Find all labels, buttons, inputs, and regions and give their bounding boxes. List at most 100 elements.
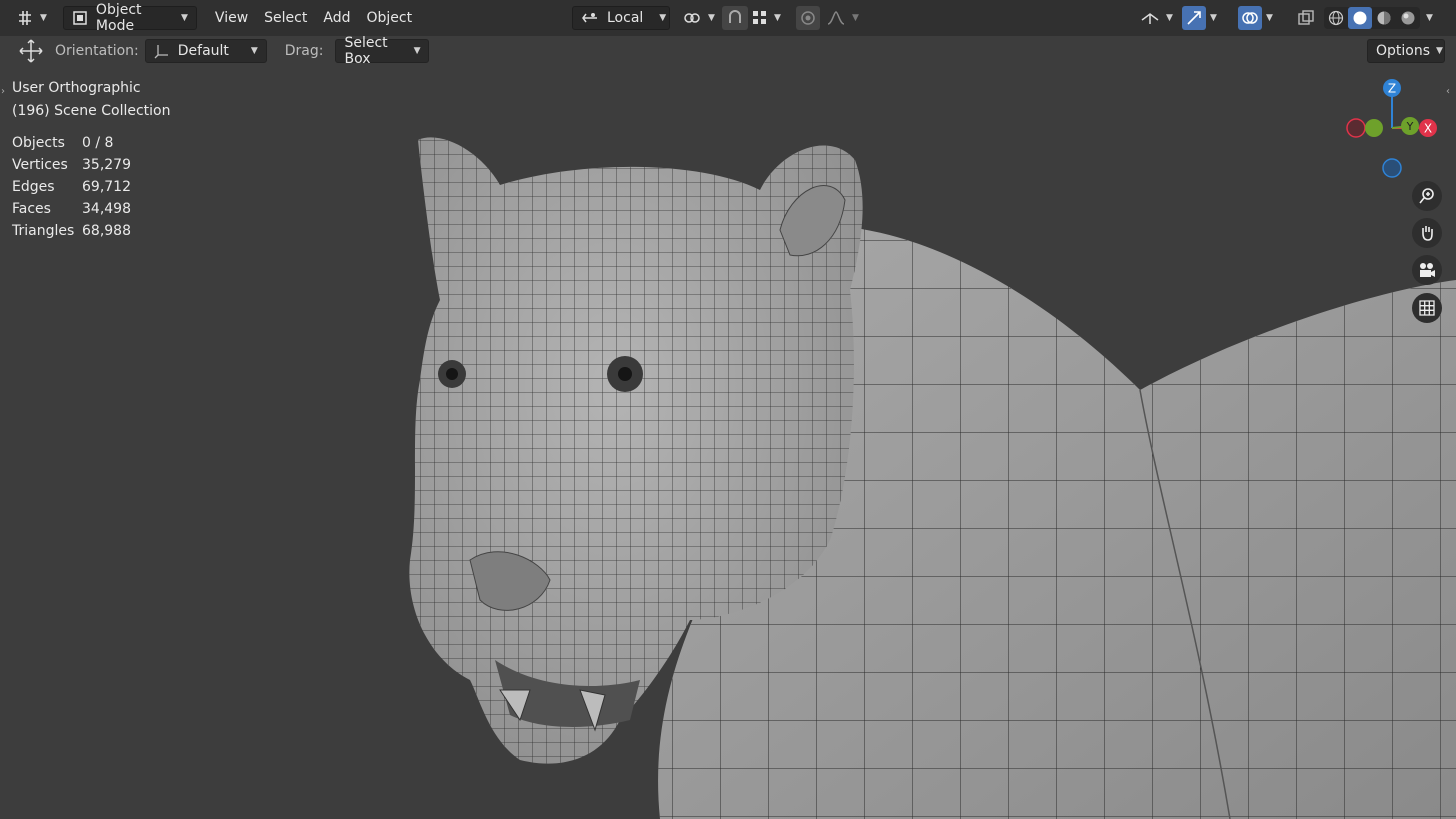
options-label: Options — [1376, 43, 1431, 59]
menu-view[interactable]: View — [207, 6, 256, 30]
object-mode-dropdown[interactable]: Object Mode ▼ — [62, 2, 197, 34]
rendered-sphere-icon — [1400, 10, 1416, 26]
gizmo-dropdown[interactable]: ▼ — [1206, 6, 1221, 30]
shading-options-dropdown[interactable]: ▼ — [1422, 6, 1437, 30]
y-axis-label: Y — [1406, 120, 1414, 133]
pivot-icon — [581, 11, 599, 25]
proportional-toggle[interactable] — [796, 6, 820, 30]
visibility-icon — [1140, 10, 1160, 26]
pivot-point-button[interactable]: ▼ — [678, 6, 719, 30]
z-axis-label: Z — [1388, 82, 1396, 96]
header-menu: View Select Add Object — [207, 6, 420, 30]
falloff-curve-icon — [826, 10, 846, 26]
toolbar-expand-arrow[interactable]: › — [1, 86, 5, 97]
view-object-types-dropdown[interactable]: ▼ — [1136, 6, 1177, 30]
orientation-axes-icon — [154, 43, 170, 59]
stat-value: 68,988 — [82, 223, 131, 239]
stat-value: 34,498 — [82, 201, 131, 217]
camera-icon — [1417, 261, 1437, 279]
zoom-button[interactable] — [1412, 181, 1442, 211]
overlays-icon — [1241, 9, 1259, 27]
overlays-toggle[interactable] — [1238, 6, 1262, 30]
chevron-down-icon: ▼ — [1266, 13, 1273, 23]
drag-label: Drag: — [284, 43, 324, 59]
menu-add[interactable]: Add — [315, 6, 358, 30]
view-name: User Orthographic — [12, 80, 141, 96]
material-sphere-icon — [1376, 10, 1392, 26]
move-tool-icon — [18, 38, 44, 64]
viewport-info: User Orthographic (196) Scene Collection — [12, 77, 170, 123]
stat-label: Faces — [12, 201, 51, 217]
gizmo-icon — [1185, 9, 1203, 27]
wireframe-shading-button[interactable] — [1324, 7, 1348, 29]
menu-object[interactable]: Object — [358, 6, 420, 30]
solid-shading-button[interactable] — [1348, 7, 1372, 29]
editor-type-icon — [16, 9, 34, 27]
chevron-down-icon: ▼ — [708, 13, 715, 23]
orientation-dropdown[interactable]: Default ▼ — [144, 39, 267, 63]
neg-z-axis-handle — [1382, 158, 1402, 178]
chevron-down-icon: ▼ — [774, 13, 781, 23]
falloff-dropdown[interactable]: ▼ — [822, 6, 863, 30]
snap-target-dropdown[interactable]: ▼ — [748, 6, 785, 30]
pan-button[interactable] — [1412, 218, 1442, 248]
material-shading-button[interactable] — [1372, 7, 1396, 29]
3d-viewport[interactable] — [0, 0, 1456, 819]
chevron-down-icon: ▼ — [181, 13, 188, 23]
shading-mode-group — [1324, 7, 1420, 29]
chevron-down-icon: ▼ — [1166, 13, 1173, 23]
menu-select[interactable]: Select — [256, 6, 315, 30]
grid-icon — [1418, 299, 1436, 317]
editor-type-button[interactable]: ▼ — [12, 6, 51, 30]
hand-icon — [1418, 224, 1436, 242]
stat-row: Vertices 35,279 — [12, 157, 131, 179]
stat-value: 69,712 — [82, 179, 131, 195]
chevron-down-icon: ▼ — [852, 13, 859, 23]
stat-row: Objects 0 / 8 — [12, 135, 131, 157]
camera-view-button[interactable] — [1412, 255, 1442, 285]
navigation-gizmo[interactable]: Z Y X — [1340, 74, 1444, 186]
viewport-header: ▼ Object Mode ▼ View Select Add Object L… — [0, 0, 1456, 36]
chevron-down-icon: ▼ — [40, 13, 47, 23]
proportional-icon — [800, 10, 816, 26]
neg-y-axis-handle — [1365, 119, 1383, 137]
x-axis-label: X — [1424, 122, 1432, 136]
lioness-mesh-model — [409, 137, 1456, 819]
orientation-value: Default — [177, 43, 229, 59]
neg-x-axis-handle — [1346, 118, 1366, 138]
stat-label: Edges — [12, 179, 55, 195]
stat-row: Faces 34,498 — [12, 201, 131, 223]
stat-row: Edges 69,712 — [12, 179, 131, 201]
orientation-label: Orientation: — [55, 43, 139, 59]
tool-settings-bar: Orientation: Default ▼ Drag: Select Box … — [0, 35, 1456, 67]
snap-toggle[interactable] — [722, 6, 748, 30]
chevron-down-icon: ▼ — [1210, 13, 1217, 23]
chevron-down-icon: ▼ — [250, 46, 258, 56]
gizmo-toggle[interactable] — [1182, 6, 1206, 30]
rendered-shading-button[interactable] — [1396, 7, 1420, 29]
stat-label: Triangles — [12, 223, 75, 239]
drag-dropdown[interactable]: Select Box ▼ — [335, 35, 430, 67]
xray-toggle[interactable] — [1294, 6, 1318, 30]
stat-label: Objects — [12, 135, 65, 151]
ortho-toggle-button[interactable] — [1412, 293, 1442, 323]
drag-value: Select Box — [344, 35, 388, 67]
snap-icon — [726, 9, 744, 27]
zoom-icon — [1418, 187, 1436, 205]
stat-value: 35,279 — [82, 157, 131, 173]
chevron-down-icon: ▼ — [659, 13, 667, 23]
stat-row: Triangles 68,988 — [12, 223, 131, 245]
stat-label: Vertices — [12, 157, 68, 173]
stat-value: 0 / 8 — [82, 135, 114, 151]
chevron-down-icon: ▼ — [1426, 13, 1433, 23]
grid-icon — [752, 10, 768, 26]
overlays-dropdown[interactable]: ▼ — [1262, 6, 1277, 30]
sidebar-expand-arrow[interactable]: ‹ — [1446, 86, 1450, 97]
wireframe-sphere-icon — [1328, 10, 1344, 26]
link-icon — [682, 10, 702, 26]
xray-icon — [1297, 9, 1315, 27]
scene-collection-label: (196) Scene Collection — [12, 103, 171, 119]
options-dropdown[interactable]: Options ▼ — [1367, 39, 1445, 63]
chevron-down-icon: ▼ — [413, 46, 421, 56]
transform-orientation-dropdown[interactable]: Local ▼ — [572, 6, 670, 30]
